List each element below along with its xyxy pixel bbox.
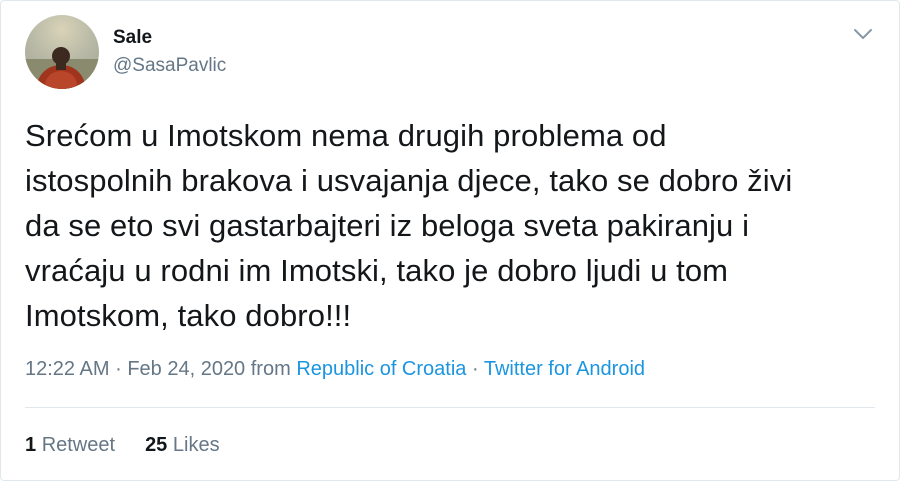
profile-photo-icon bbox=[25, 47, 99, 89]
tweet-stats: 1 Retweet 25 Likes bbox=[25, 432, 220, 458]
tweet-time[interactable]: 12:22 AM bbox=[25, 358, 110, 380]
likes-label: Likes bbox=[172, 434, 220, 456]
tweet-meta: 12:22 AM · Feb 24, 2020 from Republic of… bbox=[25, 356, 645, 382]
meta-separator-2: · bbox=[471, 358, 479, 380]
tweet-text: Srećom u Imotskom nema drugih problema o… bbox=[25, 118, 793, 333]
location-link[interactable]: Republic of Croatia bbox=[296, 358, 466, 380]
tweet-card: Sale @SasaPavlic Srećom u Imotskom nema … bbox=[0, 0, 900, 481]
retweets-stat[interactable]: 1 Retweet bbox=[25, 432, 115, 458]
user-names: Sale @SasaPavlic bbox=[113, 26, 226, 78]
divider bbox=[25, 407, 875, 408]
source-link[interactable]: Twitter for Android bbox=[484, 358, 645, 380]
user-handle[interactable]: @SasaPavlic bbox=[113, 54, 226, 78]
chevron-down-icon[interactable] bbox=[853, 27, 873, 41]
tweet-date[interactable]: Feb 24, 2020 bbox=[127, 358, 245, 380]
tweet-header: Sale @SasaPavlic bbox=[25, 15, 226, 89]
avatar[interactable] bbox=[25, 15, 99, 89]
retweets-count: 1 bbox=[25, 434, 37, 456]
likes-stat[interactable]: 25 Likes bbox=[145, 432, 220, 458]
meta-separator: · bbox=[115, 358, 122, 380]
likes-count: 25 bbox=[145, 434, 168, 456]
retweets-label: Retweet bbox=[41, 434, 116, 456]
display-name[interactable]: Sale bbox=[113, 26, 226, 50]
from-label: from bbox=[250, 358, 291, 380]
